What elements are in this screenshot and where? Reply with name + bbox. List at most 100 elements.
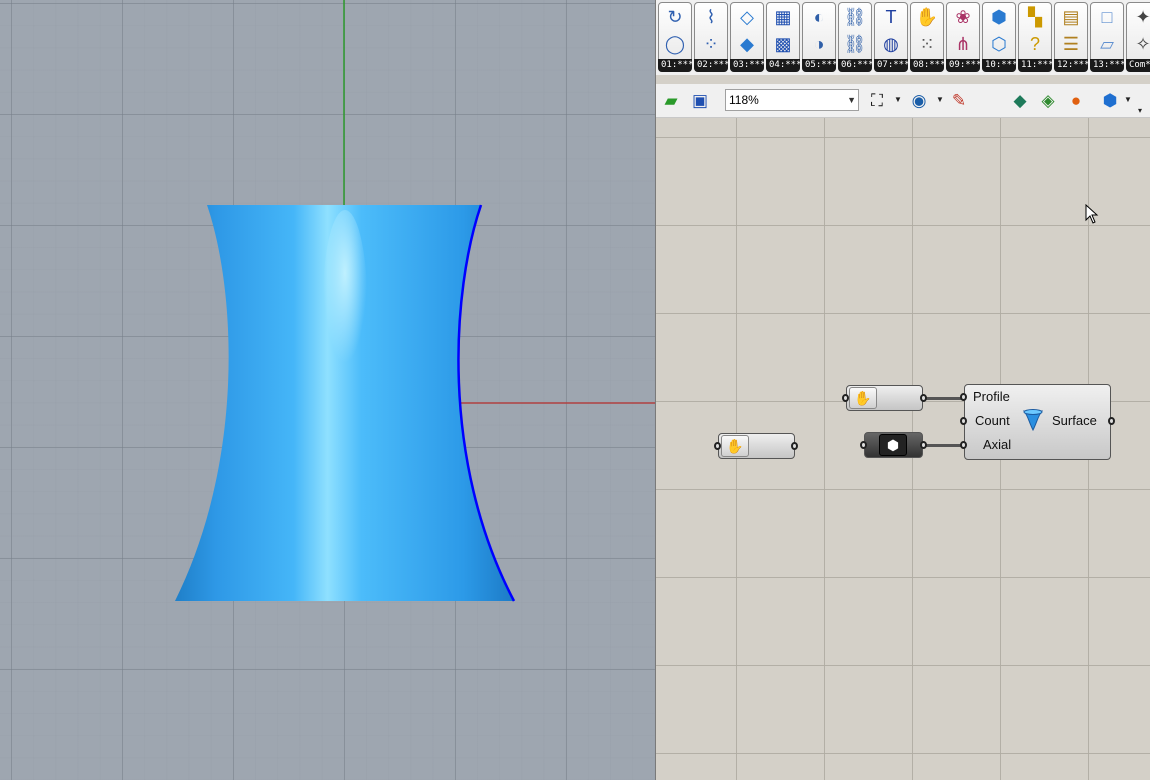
output-label: Surface <box>1052 413 1097 428</box>
tab-label: 01:*** <box>658 59 692 72</box>
tab-10[interactable]: ⬢ ⬡ 10:*** <box>982 2 1016 72</box>
tab-label: 08:*** <box>910 59 944 72</box>
zoom-select[interactable]: 118% ▼ <box>725 89 859 111</box>
figure-icon[interactable]: ✦ <box>1131 5 1150 29</box>
tab-label: 10:*** <box>982 59 1016 72</box>
chevron-down-icon[interactable]: ▼ <box>1124 95 1132 104</box>
open-file-icon[interactable]: ▰ <box>659 89 683 113</box>
material-sphere-icon[interactable]: ● <box>1064 89 1088 113</box>
overflow-icon[interactable]: ▾ <box>1138 106 1142 115</box>
line-icon: ⬢ <box>879 434 907 456</box>
output-grip[interactable] <box>1108 417 1115 425</box>
shaded-preview-icon[interactable]: ◆ <box>1008 89 1032 113</box>
tab-14[interactable]: ✦ ✧ Com*** <box>1126 2 1150 72</box>
surface-param[interactable]: ✋ <box>718 433 795 459</box>
tab-label: 11:*** <box>1018 59 1052 72</box>
tab-label: 07:*** <box>874 59 908 72</box>
box-icon[interactable]: ▤ <box>1059 5 1083 29</box>
tab-3[interactable]: ◇ ◆ 03:*** <box>730 2 764 72</box>
color-grid-icon[interactable]: ▚ <box>1023 5 1047 29</box>
wire-profile <box>923 397 964 400</box>
component-tabs: ↻ ◯ 01:*** ⌇ ⁘ 02:*** ◇ ◆ 03:*** ▦ ▩ 04:*** ◐ ◑ 05:***… <box>656 0 1150 75</box>
tab-4[interactable]: ▦ ▩ 04:*** <box>766 2 800 72</box>
wire-axial <box>923 444 964 447</box>
mouse-cursor-icon <box>1085 204 1099 224</box>
input-grip[interactable] <box>860 441 867 449</box>
chevron-down-icon: ▼ <box>847 95 856 105</box>
input-grip[interactable] <box>714 442 721 450</box>
surface-hand-icon: ✋ <box>721 435 749 457</box>
tab-1[interactable]: ↻ ◯ 01:*** <box>658 2 692 72</box>
surface-re-icon[interactable]: ◇ <box>735 5 759 29</box>
curve-param[interactable]: ✋ <box>846 385 923 411</box>
chevron-down-icon[interactable]: ▼ <box>936 95 944 104</box>
tab-7[interactable]: T ◍ 07:*** <box>874 2 908 72</box>
chain-2-icon[interactable]: ⛓ <box>843 32 867 56</box>
cube-2-icon[interactable]: ⬡ <box>987 32 1011 56</box>
tab-13[interactable]: □ ▱ 13:*** <box>1090 2 1124 72</box>
question-icon[interactable]: ? <box>1023 32 1047 56</box>
chevron-down-icon[interactable]: ▼ <box>894 95 902 104</box>
input-grip[interactable] <box>842 394 849 402</box>
intersect-icon[interactable]: ◑ <box>807 32 831 56</box>
nodes-icon[interactable]: ⋔ <box>951 32 975 56</box>
curve-icon[interactable]: ↻ <box>663 5 687 29</box>
geometry-icon[interactable]: ⬢ <box>1098 89 1122 113</box>
boolean-icon[interactable]: ◐ <box>807 5 831 29</box>
rhino-viewport[interactable] <box>0 0 655 780</box>
input-grip[interactable] <box>960 417 967 425</box>
tab-2[interactable]: ⌇ ⁘ 02:*** <box>694 2 728 72</box>
curve-hand-icon: ✋ <box>849 387 877 409</box>
preview-eye-icon[interactable]: ◉ <box>907 89 931 113</box>
tab-label: 12:*** <box>1054 59 1088 72</box>
save-file-icon[interactable]: ▣ <box>688 89 712 113</box>
text-icon[interactable]: T <box>879 5 903 29</box>
points-icon[interactable]: ⁙ <box>915 32 939 56</box>
input-grip[interactable] <box>960 393 967 401</box>
chain-icon[interactable]: ⛓ <box>843 5 867 29</box>
globe-icon[interactable]: ◍ <box>879 32 903 56</box>
zoom-value: 118% <box>729 93 759 107</box>
tab-12[interactable]: ▤ ☰ 12:*** <box>1054 2 1088 72</box>
input-label: Count <box>975 413 1010 428</box>
surface-sq-icon[interactable]: ◆ <box>735 32 759 56</box>
mesh-grid-icon[interactable]: ▩ <box>771 32 795 56</box>
tab-8[interactable]: ✋ ⁙ 08:*** <box>910 2 944 72</box>
nurbs-icon[interactable]: ⌇ <box>699 5 723 29</box>
tab-label: 04:*** <box>766 59 800 72</box>
square-icon[interactable]: □ <box>1095 5 1119 29</box>
sketch-pen-icon[interactable]: ✎ <box>947 89 971 113</box>
tab-label: Com*** <box>1126 59 1150 72</box>
tab-label: 13:*** <box>1090 59 1124 72</box>
figure-2-icon[interactable]: ✧ <box>1131 32 1150 56</box>
scene-svg <box>175 0 655 602</box>
revolve-icon <box>1022 409 1044 432</box>
tab-label: 02:*** <box>694 59 728 72</box>
surface-highlight <box>323 210 367 390</box>
output-grip[interactable] <box>791 442 798 450</box>
output-grip[interactable] <box>920 394 927 402</box>
canvas-toolbar: ▰ ▣ 118% ▼ ⛶ ▼ ◉ ▼ ✎ ◆ ◈ ● ⬢ ▼ ▾ <box>656 84 1150 118</box>
shape-icon[interactable]: ▱ <box>1095 32 1119 56</box>
stack-icon[interactable]: ☰ <box>1059 32 1083 56</box>
tab-label: 09:*** <box>946 59 980 72</box>
hand-icon[interactable]: ✋ <box>915 5 939 29</box>
input-grip[interactable] <box>960 441 967 449</box>
tab-9[interactable]: ❀ ⋔ 09:*** <box>946 2 980 72</box>
tab-11[interactable]: ▚? 11:*** <box>1018 2 1052 72</box>
circle-icon[interactable]: ◯ <box>663 32 687 56</box>
input-label: Profile <box>973 389 1010 404</box>
input-label: Axial <box>983 437 1012 452</box>
tab-label: 03:*** <box>730 59 764 72</box>
cube-icon[interactable]: ⬢ <box>987 5 1011 29</box>
zoom-extents-icon[interactable]: ⛶ <box>865 89 889 113</box>
brain-icon[interactable]: ❀ <box>951 5 975 29</box>
tab-6[interactable]: ⛓ ⛓ 06:*** <box>838 2 872 72</box>
mesh-icon[interactable]: ▦ <box>771 5 795 29</box>
output-grip[interactable] <box>920 441 927 449</box>
nurbs-points-icon[interactable]: ⁘ <box>699 32 723 56</box>
wire-preview-icon[interactable]: ◈ <box>1036 89 1060 113</box>
tab-label: 05:*** <box>802 59 836 72</box>
line-param[interactable]: ⬢ <box>864 432 923 458</box>
tab-5[interactable]: ◐ ◑ 05:*** <box>802 2 836 72</box>
